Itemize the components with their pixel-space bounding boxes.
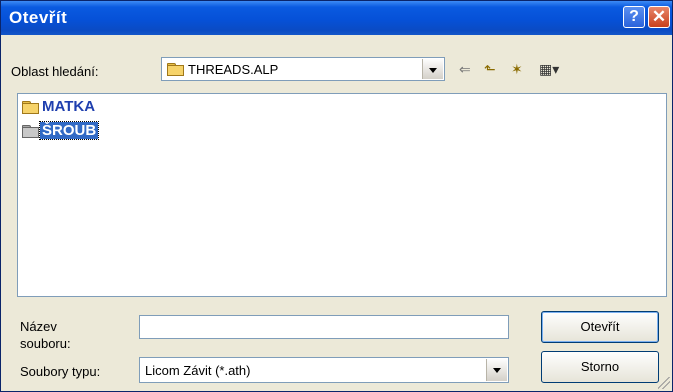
look-in-value: THREADS.ALP (188, 62, 279, 77)
back-icon[interactable]: ⇐ (459, 61, 471, 78)
close-button[interactable]: ✕ (648, 6, 670, 28)
filename-label-line2: souboru: (20, 336, 71, 351)
folder-icon (22, 125, 39, 138)
new-folder-icon[interactable]: ✶ (511, 61, 523, 78)
cancel-button[interactable]: Storno (541, 351, 659, 383)
list-item-label: ŠROUB (38, 121, 100, 140)
title-bar[interactable]: Otevřít ? ✕ (1, 1, 672, 35)
look-in-label: Oblast hledání: (11, 64, 99, 79)
chevron-down-icon[interactable] (422, 59, 443, 79)
chevron-down-icon[interactable] (486, 359, 507, 381)
help-button[interactable]: ? (623, 6, 645, 28)
filetype-dropdown[interactable]: Licom Závit (*.ath) (139, 357, 509, 383)
view-menu-icon[interactable]: ▦▾ (539, 61, 559, 78)
look-in-dropdown[interactable]: THREADS.ALP (161, 57, 445, 81)
list-item-label: MATKA (42, 98, 96, 115)
filename-input[interactable] (139, 315, 509, 339)
filetype-label: Soubory typu: (20, 364, 101, 379)
window-title: Otevřít (9, 8, 68, 27)
resize-grip-icon[interactable] (658, 377, 670, 389)
folder-icon (22, 101, 39, 114)
filename-label-line1: Název (20, 319, 57, 334)
filetype-value: Licom Závit (*.ath) (145, 363, 251, 378)
up-folder-icon[interactable]: ⬑ (484, 61, 496, 78)
folder-icon (167, 63, 184, 76)
file-list[interactable]: MATKA ŠROUB (17, 93, 667, 297)
open-dialog: Otevřít ? ✕ Oblast hledání: THREADS.ALP … (0, 0, 673, 392)
open-button[interactable]: Otevřít (541, 311, 659, 343)
